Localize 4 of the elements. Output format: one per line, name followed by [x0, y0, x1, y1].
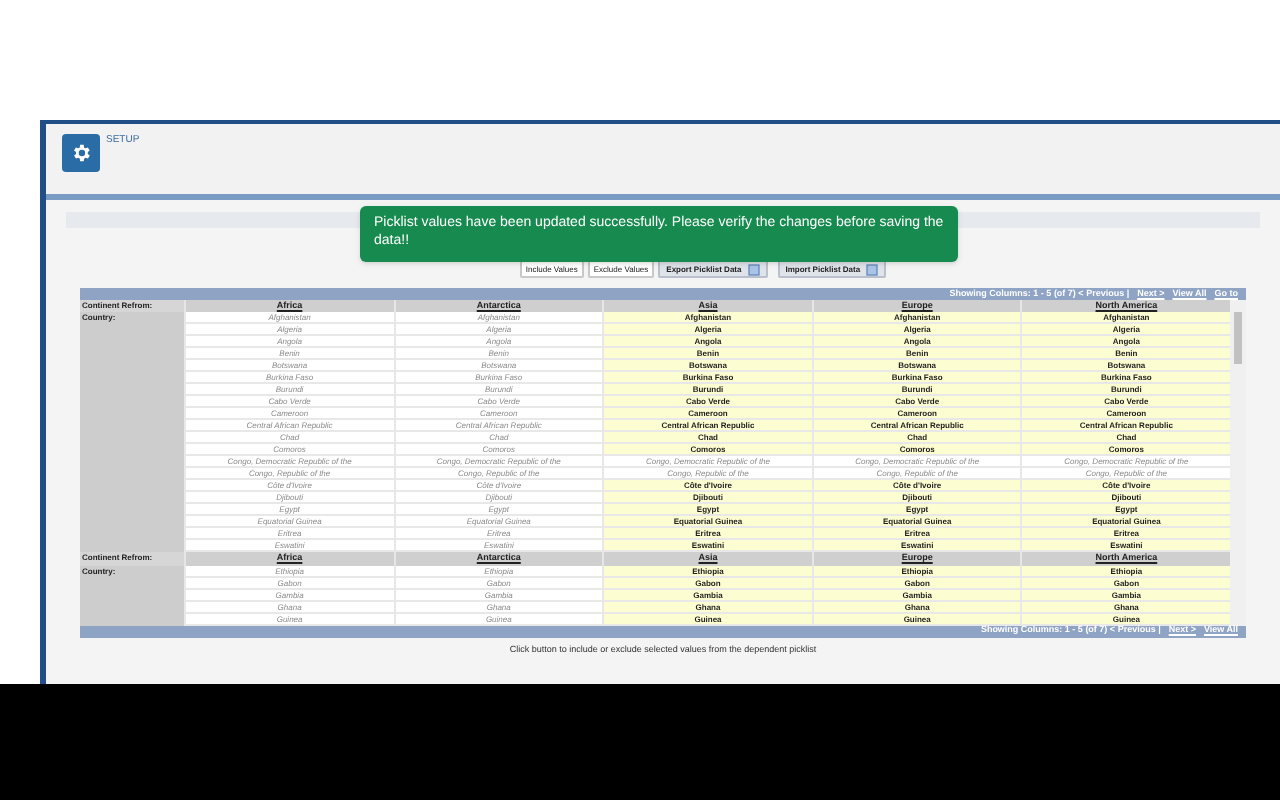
- settings-icon: [62, 134, 100, 172]
- scrollbar[interactable]: [1230, 300, 1246, 626]
- file-icon: [866, 263, 879, 275]
- file-icon: [747, 263, 760, 275]
